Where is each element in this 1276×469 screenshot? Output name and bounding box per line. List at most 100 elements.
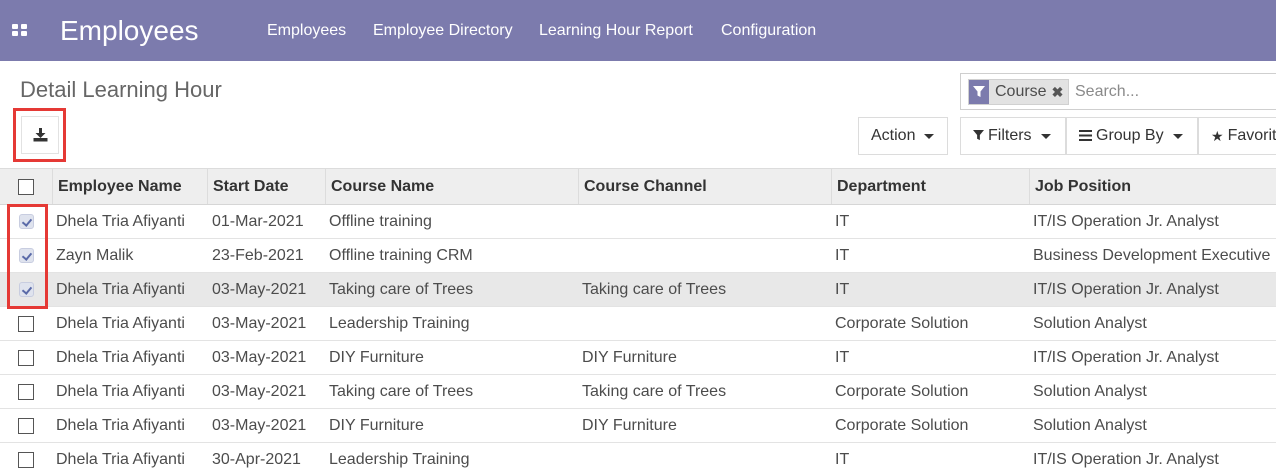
group-by-dropdown-button[interactable]: Group By xyxy=(1066,117,1198,155)
cell-start-date: 03-May-2021 xyxy=(212,416,307,434)
cell-job-position: IT/IS Operation Jr. Analyst xyxy=(1033,212,1219,230)
cell-course-channel: DIY Furniture xyxy=(582,416,677,434)
column-header-start-date[interactable]: Start Date xyxy=(207,169,325,204)
row-checkbox[interactable] xyxy=(18,315,34,332)
top-navbar: Employees Employees Employee Directory L… xyxy=(0,0,1276,61)
cell-department: IT xyxy=(835,246,850,264)
download-button-inner[interactable] xyxy=(21,116,59,154)
facet-label: Course xyxy=(995,83,1047,100)
star-icon: ★ xyxy=(1211,127,1224,144)
select-all-checkbox[interactable] xyxy=(18,178,34,195)
cell-employee-name: Dhela Tria Afiyanti xyxy=(56,280,185,298)
cell-department: IT xyxy=(835,212,850,230)
apps-menu-icon[interactable] xyxy=(12,24,27,37)
table-row[interactable]: Dhela Tria Afiyanti 03-May-2021 Taking c… xyxy=(0,375,1276,409)
export-download-button[interactable] xyxy=(13,108,66,162)
cell-job-position: Solution Analyst xyxy=(1033,416,1147,434)
filter-funnel-icon xyxy=(969,80,989,104)
cell-employee-name: Dhela Tria Afiyanti xyxy=(56,314,185,332)
filters-dropdown-button[interactable]: Filters xyxy=(960,117,1066,155)
cell-employee-name: Dhela Tria Afiyanti xyxy=(56,416,185,434)
cell-job-position: Solution Analyst xyxy=(1033,382,1147,400)
cell-course-channel: Taking care of Trees xyxy=(582,382,727,400)
cell-department: IT xyxy=(835,280,850,298)
column-header-employee-name[interactable]: Employee Name xyxy=(52,169,207,204)
row-select-cell xyxy=(0,307,52,340)
cell-course-channel xyxy=(578,443,831,469)
cell-department: IT xyxy=(835,348,850,366)
cell-start-date: 01-Mar-2021 xyxy=(212,212,304,230)
row-checkbox[interactable] xyxy=(18,383,34,400)
row-select-cell xyxy=(0,239,52,272)
row-checkbox[interactable] xyxy=(18,451,34,468)
row-select-cell xyxy=(0,443,52,469)
table-row[interactable]: Dhela Tria Afiyanti 30-Apr-2021 Leadersh… xyxy=(0,443,1276,469)
table-row[interactable]: Zayn Malik 23-Feb-2021 Offline training … xyxy=(0,239,1276,273)
row-select-cell xyxy=(0,273,52,306)
menu-learning-hour-report[interactable]: Learning Hour Report xyxy=(539,22,693,40)
cell-course-channel xyxy=(578,205,831,238)
column-header-department[interactable]: Department xyxy=(831,169,1029,204)
group-by-label: Group By xyxy=(1096,127,1164,144)
menu-configuration[interactable]: Configuration xyxy=(721,22,816,40)
cell-start-date: 23-Feb-2021 xyxy=(212,246,304,264)
cell-start-date: 30-Apr-2021 xyxy=(212,450,301,468)
download-icon xyxy=(33,128,47,142)
table-row[interactable]: Dhela Tria Afiyanti 03-May-2021 Taking c… xyxy=(0,273,1276,307)
row-select-cell xyxy=(0,205,52,238)
row-select-cell xyxy=(0,341,52,374)
favorites-dropdown-button[interactable]: ★ Favorites xyxy=(1198,117,1276,155)
cell-job-position: IT/IS Operation Jr. Analyst xyxy=(1033,348,1219,366)
menu-employee-directory[interactable]: Employee Directory xyxy=(373,22,513,40)
menu-employees[interactable]: Employees xyxy=(267,22,346,40)
cell-job-position: Business Development Executive xyxy=(1033,246,1271,264)
search-facet-course[interactable]: Course ✖ xyxy=(968,79,1070,105)
row-checkbox[interactable] xyxy=(18,417,34,434)
remove-facet-icon[interactable]: ✖ xyxy=(1052,84,1069,101)
column-header-job-position[interactable]: Job Position xyxy=(1029,169,1276,204)
action-dropdown-button[interactable]: Action xyxy=(858,117,948,155)
cell-department: Corporate Solution xyxy=(835,416,969,434)
cell-start-date: 03-May-2021 xyxy=(212,314,307,332)
cell-course-name: Taking care of Trees xyxy=(329,280,474,298)
row-checkbox-checked[interactable] xyxy=(18,282,34,297)
favorites-label: Favorites xyxy=(1227,127,1276,144)
cell-start-date: 03-May-2021 xyxy=(212,280,307,298)
table-header: Employee Name Start Date Course Name Cou… xyxy=(0,168,1276,205)
column-header-course-name[interactable]: Course Name xyxy=(325,169,578,204)
row-checkbox-checked[interactable] xyxy=(18,214,34,229)
cell-job-position: IT/IS Operation Jr. Analyst xyxy=(1033,280,1219,298)
search-input[interactable] xyxy=(1075,83,1275,101)
table-row[interactable]: Dhela Tria Afiyanti 03-May-2021 DIY Furn… xyxy=(0,341,1276,375)
row-checkbox-checked[interactable] xyxy=(18,248,34,263)
cell-employee-name: Dhela Tria Afiyanti xyxy=(56,382,185,400)
cell-employee-name: Dhela Tria Afiyanti xyxy=(56,348,185,366)
cell-course-channel xyxy=(578,307,831,340)
table-row[interactable]: Dhela Tria Afiyanti 01-Mar-2021 Offline … xyxy=(0,205,1276,239)
cell-start-date: 03-May-2021 xyxy=(212,348,307,366)
filter-icon xyxy=(973,128,984,144)
search-bar[interactable]: Course ✖ xyxy=(960,73,1276,110)
chevron-down-icon xyxy=(924,133,935,139)
cell-employee-name: Dhela Tria Afiyanti xyxy=(56,450,185,468)
cell-course-channel: DIY Furniture xyxy=(582,348,677,366)
cell-employee-name: Dhela Tria Afiyanti xyxy=(56,212,185,230)
cell-course-name: Offline training xyxy=(329,212,432,230)
bars-icon xyxy=(1079,128,1092,144)
table-row[interactable]: Dhela Tria Afiyanti 03-May-2021 DIY Furn… xyxy=(0,409,1276,443)
row-checkbox[interactable] xyxy=(18,349,34,366)
column-header-course-channel[interactable]: Course Channel xyxy=(578,169,831,204)
action-label: Action xyxy=(871,127,916,144)
table-row[interactable]: Dhela Tria Afiyanti 03-May-2021 Leadersh… xyxy=(0,307,1276,341)
chevron-down-icon xyxy=(1040,133,1051,139)
cell-course-name: Leadership Training xyxy=(329,450,470,468)
page-title: Detail Learning Hour xyxy=(20,77,222,102)
cell-course-name: DIY Furniture xyxy=(329,348,424,366)
chevron-down-icon xyxy=(1172,133,1183,139)
app-brand-title[interactable]: Employees xyxy=(60,15,199,47)
cell-course-channel xyxy=(578,239,831,272)
row-select-cell xyxy=(0,409,52,442)
cell-course-name: Offline training CRM xyxy=(329,246,473,264)
cell-start-date: 03-May-2021 xyxy=(212,382,307,400)
filters-label: Filters xyxy=(988,127,1032,144)
